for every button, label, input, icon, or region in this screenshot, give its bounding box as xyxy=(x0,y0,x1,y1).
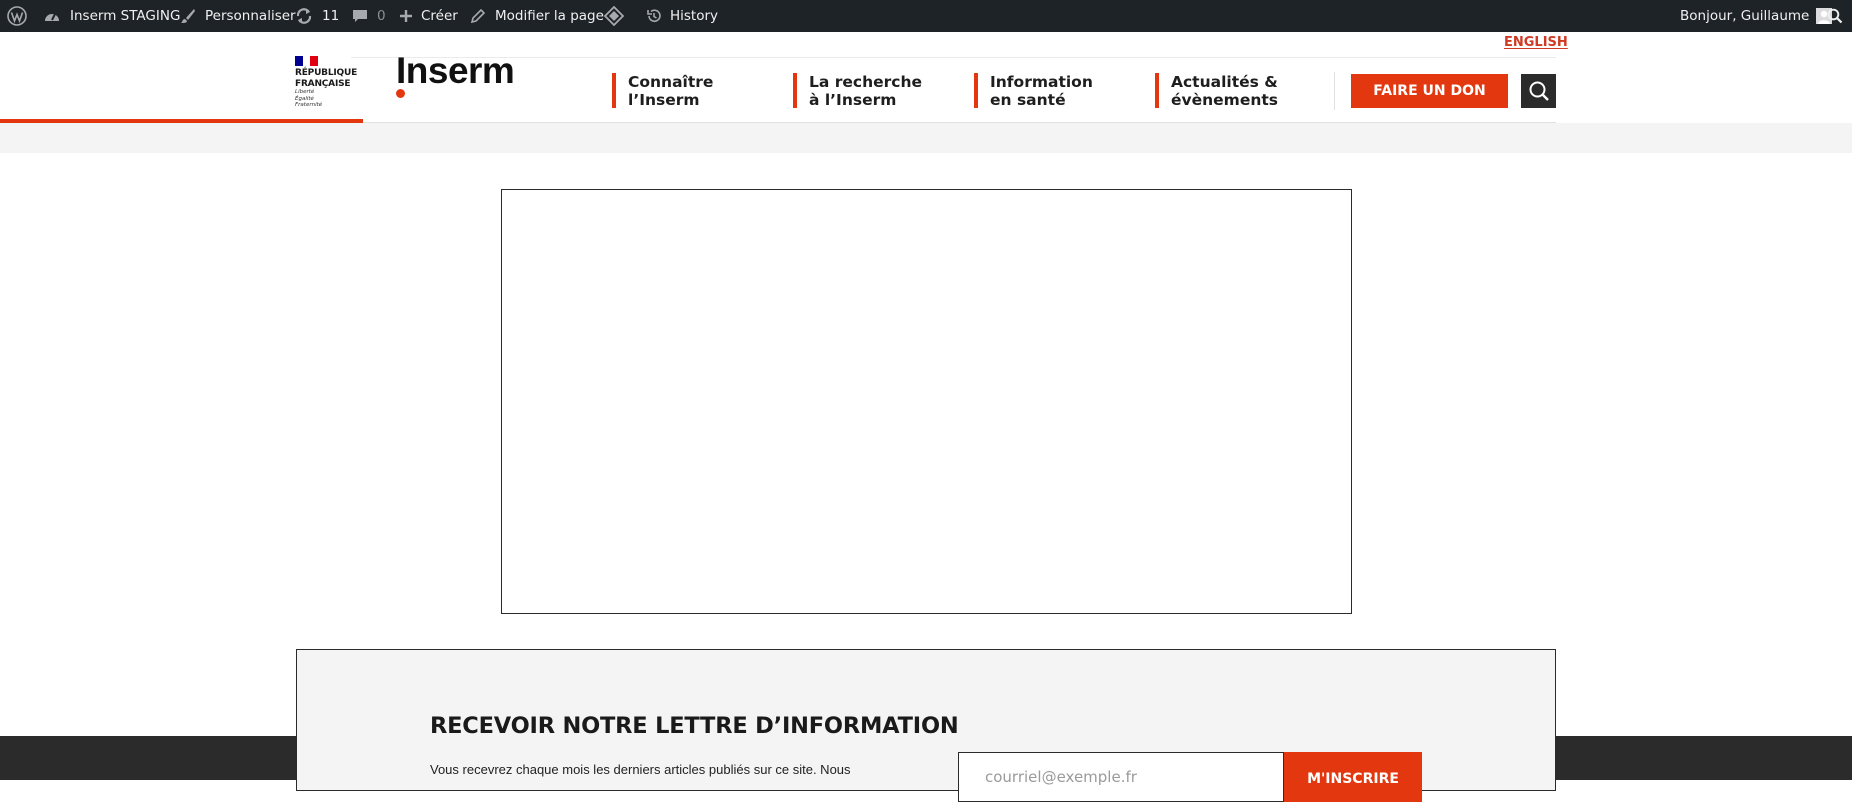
wordpress-logo-icon[interactable] xyxy=(7,0,27,32)
republic-line-1: RÉPUBLIQUE xyxy=(295,68,358,78)
nav-label-line-1: La recherche xyxy=(809,73,923,91)
admin-updates-count: 11 xyxy=(322,8,340,24)
paintbrush-icon xyxy=(180,8,196,24)
pencil-icon xyxy=(470,8,486,24)
admin-search-icon[interactable] xyxy=(1827,0,1843,32)
breadcrumb-band xyxy=(0,123,1852,153)
inserm-logo-text: Inserm xyxy=(396,50,515,91)
admin-customize-label: Personnaliser xyxy=(205,8,296,24)
header-top-divider xyxy=(351,57,1556,58)
nav-label-line-2: en santé xyxy=(990,91,1066,109)
admin-updates-link[interactable]: 11 xyxy=(295,0,339,32)
republic-line-2: FRANÇAISE xyxy=(295,78,351,89)
admin-account-menu[interactable]: Bonjour, Guillaume xyxy=(1680,0,1833,32)
admin-bar: Inserm STAGING Personnaliser 11 0 Créer … xyxy=(0,0,1852,32)
french-flag-icon xyxy=(295,56,318,66)
newsletter-email-input[interactable] xyxy=(958,752,1284,802)
nav-label-line-1: Connaître xyxy=(628,73,714,91)
nav-label-line-2: l’Inserm xyxy=(628,91,700,109)
admin-history-link[interactable]: History xyxy=(646,0,718,32)
newsletter-description: Vous recevrez chaque mois les derniers a… xyxy=(430,762,851,777)
language-switch-link[interactable]: ENGLISH xyxy=(1504,35,1568,50)
nav-label-line-1: Actualités & xyxy=(1171,73,1278,91)
comment-icon xyxy=(352,8,368,24)
admin-edit-page-label: Modifier la page xyxy=(495,8,604,24)
admin-comments-link[interactable]: 0 xyxy=(352,0,386,32)
nav-item-information-sante[interactable]: Information en santé xyxy=(974,73,1093,109)
republic-name: RÉPUBLIQUE FRANÇAISE xyxy=(295,68,357,89)
nav-item-actualites[interactable]: Actualités & évènements xyxy=(1155,73,1279,109)
newsletter-subscribe-button[interactable]: M'INSCRIRE xyxy=(1284,752,1422,802)
updates-icon xyxy=(295,7,313,25)
nav-divider xyxy=(1334,72,1335,110)
inserm-logo-dot xyxy=(396,89,405,98)
history-icon xyxy=(646,8,662,24)
admin-greeting: Bonjour, Guillaume xyxy=(1680,8,1810,24)
newsletter-section: RECEVOIR NOTRE LETTRE D’INFORMATION Vous… xyxy=(296,649,1556,802)
dashboard-icon xyxy=(43,8,61,24)
admin-plugin-diamond-icon[interactable] xyxy=(604,0,624,32)
nav-label-line-1: Information xyxy=(990,73,1093,91)
nav-item-connaitre-inserm[interactable]: Connaître l’Inserm xyxy=(612,73,714,109)
nav-label-line-2: évènements xyxy=(1171,91,1279,109)
admin-customize-link[interactable]: Personnaliser xyxy=(180,0,296,32)
nav-label-line-2: à l’Inserm xyxy=(809,91,897,109)
search-button[interactable] xyxy=(1521,74,1556,108)
admin-new-content-link[interactable]: Créer xyxy=(399,0,458,32)
donate-button[interactable]: FAIRE UN DON xyxy=(1351,74,1508,108)
embedded-content-frame[interactable] xyxy=(501,189,1352,614)
republic-motto: Liberté Égalité Fraternité xyxy=(295,89,322,109)
admin-comments-count: 0 xyxy=(377,8,386,24)
newsletter-title: RECEVOIR NOTRE LETTRE D’INFORMATION xyxy=(430,713,959,739)
plus-icon xyxy=(399,9,413,23)
motto-fraternite: Fraternité xyxy=(295,102,323,108)
nav-item-recherche[interactable]: La recherche à l’Inserm xyxy=(793,73,923,109)
admin-site-link[interactable]: Inserm STAGING xyxy=(43,0,180,32)
search-icon xyxy=(1529,81,1549,101)
admin-history-label: History xyxy=(670,8,719,24)
admin-new-label: Créer xyxy=(421,8,458,24)
admin-edit-page-link[interactable]: Modifier la page xyxy=(470,0,604,32)
admin-site-name: Inserm STAGING xyxy=(70,8,181,24)
